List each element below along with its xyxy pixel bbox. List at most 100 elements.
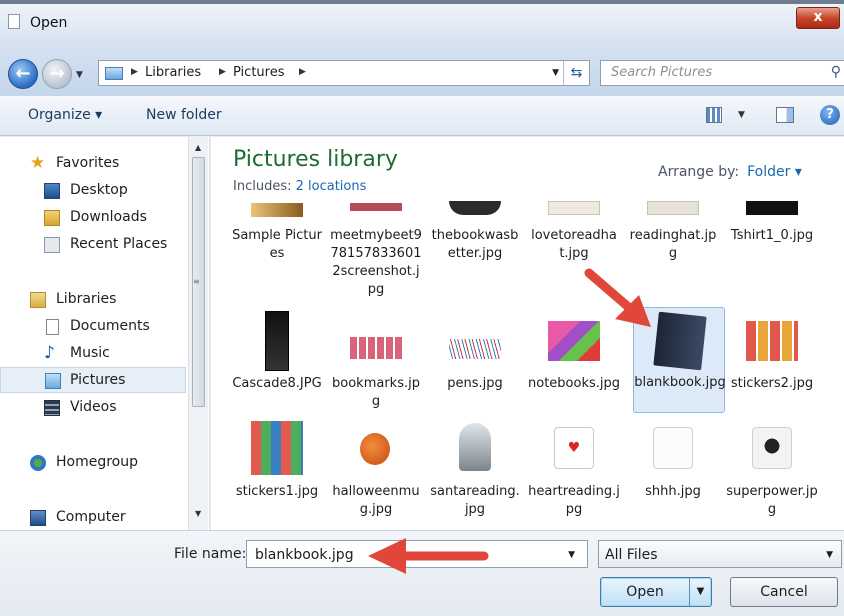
file-dialog-footer: File name: blankbook.jpg ▼ All Files ▼ O… bbox=[0, 530, 844, 616]
recent-pages-dropdown-icon[interactable]: ▼ bbox=[76, 70, 83, 80]
star-icon: ★ bbox=[30, 153, 46, 173]
file-item[interactable]: stickers2.jpg bbox=[726, 309, 818, 413]
sidebar-item-favorites[interactable]: ★ Favorites bbox=[0, 151, 186, 177]
scroll-down-icon[interactable]: ▼ bbox=[195, 509, 201, 518]
close-button[interactable]: x bbox=[796, 7, 840, 29]
file-name: pens.jpg bbox=[447, 376, 503, 391]
annotation-arrow-to-filename bbox=[368, 538, 489, 574]
address-bar[interactable]: ▶ Libraries ▶ Pictures ▶ ▼ ⇆ bbox=[98, 60, 590, 86]
open-options-dropdown-icon[interactable]: ▼ bbox=[689, 578, 711, 606]
file-name: meetmybeet9781578336012screenshot.jpg bbox=[330, 228, 422, 297]
arrange-by-dropdown[interactable]: Folder ▾ bbox=[747, 164, 802, 180]
sidebar-item-label: Pictures bbox=[70, 372, 126, 388]
file-name: Cascade8.JPG bbox=[232, 376, 322, 391]
file-item[interactable]: ♥ heartreading.jpg bbox=[528, 419, 620, 519]
sidebar-item-videos[interactable]: Videos bbox=[0, 395, 186, 421]
address-dropdown-icon[interactable]: ▼ bbox=[552, 68, 559, 78]
sidebar-item-homegroup[interactable]: Homegroup bbox=[0, 450, 186, 476]
file-item[interactable]: santareading.jpg bbox=[429, 419, 521, 519]
sidebar-item-computer[interactable]: Computer bbox=[0, 505, 186, 531]
sidebar-item-label: Videos bbox=[70, 399, 117, 415]
image-thumbnail bbox=[449, 201, 501, 215]
sidebar-item-music[interactable]: ♪ Music bbox=[0, 341, 186, 367]
sidebar-item-libraries[interactable]: Libraries bbox=[0, 287, 186, 313]
file-type-select[interactable]: All Files ▼ bbox=[598, 540, 842, 568]
scrollbar-grip-icon: ≡ bbox=[193, 277, 200, 286]
file-type-dropdown-icon[interactable]: ▼ bbox=[826, 550, 833, 560]
file-item[interactable]: Cascade8.JPG bbox=[231, 309, 323, 413]
file-item[interactable]: pens.jpg bbox=[429, 309, 521, 413]
image-thumbnail bbox=[459, 423, 491, 471]
image-thumbnail bbox=[360, 433, 390, 465]
new-folder-button[interactable]: New folder bbox=[146, 107, 222, 123]
file-name: bookmarks.jpg bbox=[332, 376, 420, 409]
includes-label: Includes: bbox=[233, 179, 292, 194]
file-name-dropdown-icon[interactable]: ▼ bbox=[568, 550, 575, 560]
annotation-arrow-to-file bbox=[584, 268, 651, 327]
search-box[interactable]: Search Pictures ⚲ bbox=[600, 60, 844, 86]
videos-icon bbox=[44, 400, 60, 416]
file-name-input[interactable]: blankbook.jpg bbox=[255, 547, 354, 563]
file-name: lovetoreadhat.jpg bbox=[531, 228, 617, 261]
cancel-button[interactable]: Cancel bbox=[730, 577, 838, 607]
sidebar-item-label: Recent Places bbox=[70, 236, 168, 252]
breadcrumb-pictures[interactable]: Pictures bbox=[233, 65, 284, 80]
desktop-icon bbox=[44, 183, 60, 199]
image-thumbnail bbox=[548, 201, 600, 215]
file-name: stickers2.jpg bbox=[730, 376, 814, 391]
downloads-icon bbox=[44, 210, 60, 226]
document-icon bbox=[8, 14, 20, 29]
file-item[interactable]: shhh.jpg bbox=[627, 419, 719, 519]
scroll-up-icon[interactable]: ▲ bbox=[195, 143, 201, 152]
navigation-scrollbar[interactable]: ▲ ≡ ▼ bbox=[188, 137, 208, 530]
pictures-icon bbox=[45, 373, 61, 389]
open-button[interactable]: Open ▼ bbox=[600, 577, 712, 607]
file-item[interactable]: meetmybeet9781578336012screenshot.jpg bbox=[330, 201, 422, 311]
back-button[interactable]: ← bbox=[8, 59, 38, 89]
breadcrumb-libraries[interactable]: Libraries bbox=[145, 65, 201, 80]
file-item[interactable]: thebookwasbetter.jpg bbox=[429, 201, 521, 311]
refresh-icon[interactable]: ⇆ bbox=[563, 61, 589, 85]
preview-pane-icon[interactable] bbox=[776, 107, 794, 123]
image-thumbnail bbox=[251, 421, 303, 475]
arrange-label: Arrange by: bbox=[658, 164, 740, 180]
open-button-label: Open bbox=[626, 584, 664, 600]
file-item[interactable]: bookmarks.jpg bbox=[330, 309, 422, 413]
file-name: readinghat.jpg bbox=[629, 228, 717, 261]
sidebar-item-downloads[interactable]: Downloads bbox=[0, 205, 186, 231]
search-icon[interactable]: ⚲ bbox=[831, 64, 841, 80]
file-item[interactable]: Tshirt1_0.jpg bbox=[726, 201, 818, 311]
file-item[interactable]: halloweenmug.jpg bbox=[330, 419, 422, 519]
breadcrumb-separator-icon[interactable]: ▶ bbox=[299, 67, 306, 77]
folder-thumbnail bbox=[251, 203, 303, 217]
title-bar: Open x bbox=[0, 0, 844, 38]
image-thumbnail bbox=[653, 311, 707, 371]
change-view-icon[interactable] bbox=[706, 107, 722, 123]
sidebar-item-pictures[interactable]: Pictures bbox=[0, 367, 186, 393]
breadcrumb-separator-icon[interactable]: ▶ bbox=[131, 67, 138, 77]
sidebar-item-label: Downloads bbox=[70, 209, 147, 225]
file-name: Tshirt1_0.jpg bbox=[730, 228, 814, 243]
organize-button[interactable]: Organize ▾ bbox=[28, 107, 102, 123]
file-item[interactable]: superpower.jpg bbox=[726, 419, 818, 519]
file-name: superpower.jpg bbox=[726, 484, 818, 517]
image-thumbnail bbox=[653, 427, 693, 469]
sidebar-item-label: Homegroup bbox=[56, 454, 139, 470]
forward-button[interactable]: → bbox=[42, 59, 72, 89]
file-name: heartreading.jpg bbox=[528, 484, 620, 517]
sidebar-item-label: Libraries bbox=[56, 291, 117, 307]
breadcrumb-separator-icon[interactable]: ▶ bbox=[219, 67, 226, 77]
view-options-dropdown-icon[interactable]: ▼ bbox=[738, 110, 745, 120]
sidebar-item-desktop[interactable]: Desktop bbox=[0, 178, 186, 204]
file-item[interactable]: stickers1.jpg bbox=[231, 419, 323, 519]
help-icon[interactable]: ? bbox=[820, 105, 840, 125]
sidebar-item-recent-places[interactable]: Recent Places bbox=[0, 232, 186, 258]
file-name: notebooks.jpg bbox=[528, 376, 620, 391]
locations-link[interactable]: 2 locations bbox=[296, 179, 367, 194]
sidebar-item-documents[interactable]: Documents bbox=[0, 314, 186, 340]
navigation-pane: ★ Favorites Desktop Downloads Recent Pla… bbox=[0, 137, 210, 530]
search-input[interactable]: Search Pictures bbox=[611, 65, 712, 80]
sidebar-item-label: Documents bbox=[70, 318, 150, 334]
file-item[interactable]: Sample Pictures bbox=[231, 201, 323, 311]
file-name: Sample Pictures bbox=[232, 228, 322, 261]
